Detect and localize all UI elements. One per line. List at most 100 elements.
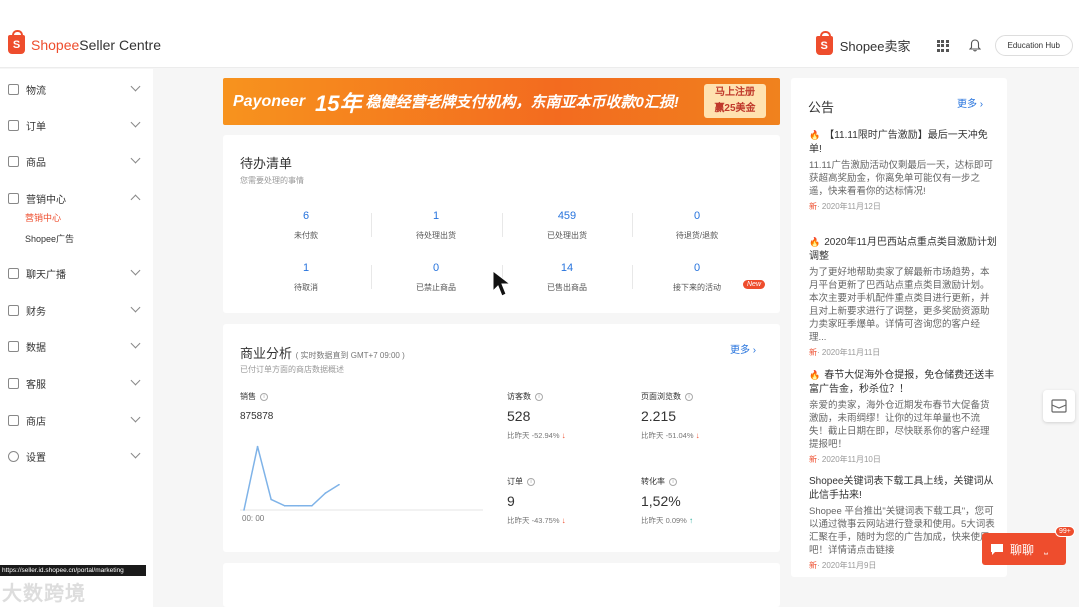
shopee-bag-icon: S (815, 31, 833, 55)
chat-label: 聊聊 (1010, 542, 1035, 557)
notice-item[interactable]: 🔥 2020年11月巴西站点重点类目激励计划调整 为了更好地帮助卖家了解最新市场趋… (809, 235, 997, 358)
fire-icon: 🔥 (809, 237, 821, 247)
notice-item-body: 为了更好地帮助卖家了解最新市场趋势，本月平台更新了巴西站点重点类目激励计划。本次… (809, 267, 990, 343)
sidebar-item-broadcast[interactable]: 聊天广播 (8, 264, 143, 282)
arrow-down-icon: ↓ (695, 431, 700, 440)
sidebar-item-marketing[interactable]: 营销中心 (8, 189, 143, 207)
product-icon (8, 155, 19, 167)
metric-pageviews-label: 页面浏览数 i (641, 391, 693, 402)
notice-date-text: · 2020年11月9日 (817, 561, 877, 570)
education-hub-button[interactable]: Education Hub (994, 35, 1073, 56)
info-icon[interactable]: i (669, 477, 677, 486)
todo-stat-returns[interactable]: 0 待退货/退款 (632, 210, 762, 241)
chevron-right-icon: › (752, 345, 757, 356)
todo-stat-to-ship[interactable]: 1 待处理出货 (371, 210, 501, 241)
mouse-cursor-icon (492, 270, 512, 297)
sales-series-line (243, 446, 340, 511)
stat-value: 1 (302, 262, 310, 274)
compare-text: 比昨天 -43.75% (507, 516, 560, 525)
info-icon[interactable]: i (260, 392, 268, 401)
notice-item-title: Shopee关键词表下载工具上线，关键词从此信手拈来! (809, 476, 994, 501)
more-label: 更多 (730, 345, 750, 356)
sidebar-item-support[interactable]: 客服 (8, 374, 143, 392)
arrow-down-icon: ↓ (561, 431, 566, 440)
sidebar-item-label: 订单 (26, 121, 46, 133)
chart-icon (8, 340, 19, 352)
mail-float-button[interactable] (1043, 390, 1075, 422)
sidebar: 物流 订单 商品 营销中心 营销中心 Shopee广告 聊天广播 财务 数据 客… (0, 69, 153, 607)
fire-icon: 🔥 (809, 370, 821, 380)
stat-label: 未付款 (294, 231, 318, 240)
banner-cta-line1: 马上注册 (715, 87, 755, 98)
notice-item-title: 🔥 春节大促海外仓提报，免仓储费还送丰富广告金，秒杀位？！ (809, 368, 997, 397)
notice-date-text: · 2020年11月11日 (817, 348, 881, 357)
sales-point (338, 483, 340, 486)
notice-date-text: · 2020年11月10日 (817, 455, 881, 464)
todo-stat-banned[interactable]: 0 已禁止商品 (371, 262, 501, 293)
logo-suffix: Seller Centre (79, 36, 161, 53)
notice-item[interactable]: Shopee关键词表下载工具上线，关键词从此信手拈来! Shopee 平台推出"… (809, 475, 997, 571)
main-content: Payoneer 15年 稳健经营老牌支付机构，东南亚本币收款0汇损! 马上注册… (153, 69, 790, 607)
banner-slogan: 稳健经营老牌支付机构，东南亚本币收款0汇损! (365, 94, 679, 111)
todo-stat-shipped[interactable]: 459 已处理出货 (502, 210, 632, 241)
payoneer-ad-banner[interactable]: Payoneer 15年 稳健经营老牌支付机构，东南亚本币收款0汇损! 马上注册… (223, 78, 780, 125)
sidebar-item-products[interactable]: 商品 (8, 152, 143, 170)
compare-text: 比昨天 -51.04% (641, 431, 694, 440)
banner-years: 15年 (315, 90, 362, 116)
new-tag: 新 (809, 561, 817, 570)
apps-grid-icon[interactable] (936, 39, 949, 52)
metric-conversion-label: 转化率 i (641, 476, 677, 487)
sidebar-subitem-marketing-centre[interactable]: 营销中心 (25, 211, 61, 224)
notice-item-date: 新· 2020年11月9日 (809, 560, 997, 571)
business-analysis-card: 商业分析 ( 实时数据直到 GMT+7 09:00 ) 已付订单方面的商店数据概… (223, 324, 780, 552)
info-icon[interactable]: i (527, 477, 535, 486)
bell-icon[interactable] (968, 39, 981, 52)
seller-centre-logo[interactable]: S Shopee Seller Centre (8, 30, 161, 54)
sidebar-item-orders[interactable]: 订单 (8, 116, 143, 134)
metric-conversion-compare: 比昨天 0.09% ↑ (641, 515, 693, 526)
metric-label-text: 页面浏览数 (641, 392, 681, 401)
sales-point (243, 509, 245, 511)
sales-point (283, 504, 286, 507)
sidebar-item-shop[interactable]: 商店 (8, 411, 143, 429)
notice-item[interactable]: 🔥 【11.11限时广告激励】最后一天冲免单! 11.11广告激励活动仅剩最后一天… (809, 128, 997, 212)
info-icon[interactable]: i (535, 392, 543, 401)
sales-label: 销售 i (240, 391, 268, 402)
new-tag: 新 (809, 455, 817, 464)
todo-stat-to-cancel[interactable]: 1 待取消 (241, 262, 371, 293)
shopee-cn-link[interactable]: S Shopee卖家 (815, 31, 911, 55)
biz-more-link[interactable]: 更多 › (730, 341, 756, 356)
sales-point (324, 492, 327, 494)
more-label: 更多 (957, 99, 977, 110)
sidebar-item-finance[interactable]: 财务 (8, 301, 143, 319)
biz-title: 商业分析 ( 实时数据直到 GMT+7 09:00 ) (240, 343, 405, 362)
notice-title: 公告 (808, 100, 835, 115)
fire-icon: 🔥 (809, 130, 821, 140)
metric-label-text: 转化率 (641, 477, 665, 486)
chat-button[interactable]: 聊聊 ⎵ (982, 533, 1066, 565)
stat-label: 已售出商品 (547, 283, 587, 292)
todo-stat-sold-out[interactable]: 14 已售出商品 (502, 262, 632, 293)
logo-brand: Shopee (31, 36, 80, 53)
biz-title-note: ( 实时数据直到 GMT+7 09:00 ) (295, 351, 405, 360)
stat-value: 459 (557, 210, 577, 222)
info-icon[interactable]: i (685, 392, 693, 401)
stat-label: 待取消 (294, 283, 318, 292)
sidebar-subitem-shopee-ads[interactable]: Shopee广告 (25, 232, 74, 245)
chevron-down-icon (130, 412, 141, 423)
shopee-cn-label: Shopee卖家 (839, 39, 911, 54)
sales-line-chart (240, 445, 483, 511)
todo-stat-unpaid[interactable]: 6 未付款 (241, 210, 371, 241)
header-right: S Shopee卖家 Education Hub (815, 31, 1073, 56)
notice-more-link[interactable]: 更多 › (957, 95, 983, 110)
notice-item-body: Shopee 平台推出"关键词表下载工具"，您可以通过微事云网站进行登录和使用。… (809, 506, 995, 556)
metric-pageviews-value: 2.215 (641, 408, 677, 424)
todo-stat-upcoming-events[interactable]: 0 接下来的活动 (632, 262, 762, 293)
sidebar-item-settings[interactable]: 设置 (8, 447, 143, 465)
banner-register-button[interactable]: 马上注册 赢25美金 (704, 84, 766, 118)
notice-title-text: 2020年11月巴西站点重点类目激励计划调整 (809, 237, 997, 262)
shopee-bag-icon: S (8, 30, 25, 54)
sidebar-item-data[interactable]: 数据 (8, 337, 143, 355)
notice-item[interactable]: 🔥 春节大促海外仓提报，免仓储费还送丰富广告金，秒杀位？！ 亲爱的卖家，海外仓近期… (809, 368, 997, 465)
sidebar-item-logistics[interactable]: 物流 (8, 80, 143, 98)
